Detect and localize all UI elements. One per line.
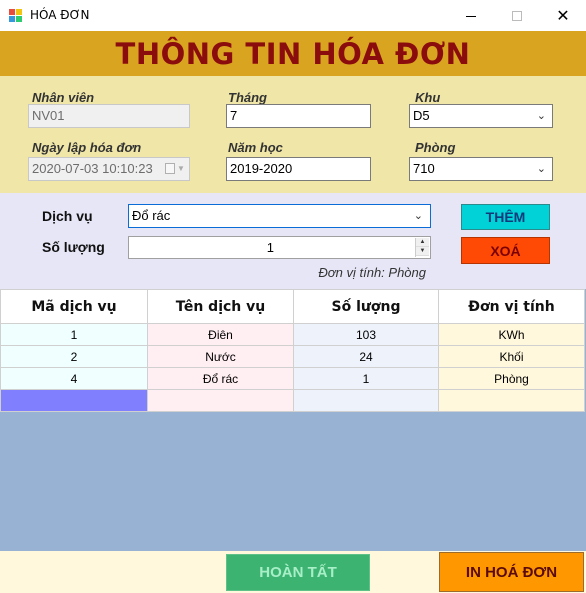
room-value: 710	[413, 161, 435, 176]
add-button[interactable]: THÊM	[461, 204, 550, 230]
school-year-label: Năm học	[228, 140, 283, 155]
page-header: THÔNG TIN HÓA ĐƠN	[0, 31, 586, 76]
maximize-button[interactable]	[494, 0, 540, 31]
cell-service-id[interactable]: 4	[0, 367, 148, 390]
column-header-quantity[interactable]: Số lượng	[293, 289, 439, 324]
table-header-row: Mã dịch vụ Tên dịch vụ Số lượng Đơn vị t…	[0, 289, 585, 324]
window-titlebar: HÓA ĐƠN ✕	[0, 0, 586, 31]
area-label: Khu	[415, 90, 441, 105]
room-label: Phòng	[415, 140, 456, 155]
new-row-cell[interactable]	[0, 389, 148, 412]
employee-value: NV01	[32, 108, 65, 123]
cell-service-name[interactable]: Nước	[147, 345, 294, 368]
print-invoice-button[interactable]: IN HOÁ ĐƠN	[439, 552, 584, 592]
service-value: Đổ rác	[132, 208, 171, 223]
month-label: Tháng	[228, 90, 267, 105]
minimize-icon	[466, 16, 476, 17]
invoice-info-panel: Nhân viên NV01 Tháng 7 Khu D5 ⌄ Ngày lập…	[0, 76, 586, 193]
month-value: 7	[230, 108, 238, 123]
column-header-unit[interactable]: Đơn vị tính	[438, 289, 585, 324]
minimize-button[interactable]	[448, 0, 494, 31]
spin-up-icon[interactable]: ▲	[416, 238, 429, 247]
new-row-cell[interactable]	[293, 389, 439, 412]
chevron-down-icon: ⌄	[536, 163, 546, 175]
cell-service-id[interactable]: 1	[0, 323, 148, 346]
cell-quantity[interactable]: 24	[293, 345, 439, 368]
employee-field: NV01	[28, 104, 190, 128]
chevron-down-icon: ⌄	[413, 210, 423, 222]
invoice-date-label: Ngày lập hóa đơn	[32, 140, 142, 155]
app-icon	[9, 9, 23, 22]
quantity-label: Số lượng	[42, 239, 105, 255]
table-row[interactable]: 2 Nước 24 Khối	[0, 345, 585, 368]
new-row-cell[interactable]	[438, 389, 585, 412]
close-button[interactable]: ✕	[540, 0, 586, 31]
cell-service-name[interactable]: Điên	[147, 323, 294, 346]
column-header-service-id[interactable]: Mã dịch vụ	[0, 289, 148, 324]
delete-button[interactable]: XOÁ	[461, 237, 550, 264]
area-select[interactable]: D5 ⌄	[409, 104, 553, 128]
spin-down-icon[interactable]: ▼	[416, 247, 429, 256]
column-header-service-name[interactable]: Tên dịch vụ	[147, 289, 294, 324]
school-year-field[interactable]: 2019-2020	[226, 157, 371, 181]
cell-unit[interactable]: Phòng	[438, 367, 585, 390]
service-panel: Dịch vụ Đổ rác ⌄ Số lượng 1 ▲ ▼ Đơn vị t…	[0, 193, 586, 289]
employee-label: Nhân viên	[32, 90, 95, 105]
invoice-date-picker: 2020-07-03 10:10:23 ▼	[28, 157, 190, 181]
new-row-cell[interactable]	[147, 389, 294, 412]
finish-button[interactable]: HOÀN TẤT	[226, 554, 370, 591]
table-row[interactable]: 1 Điên 103 KWh	[0, 323, 585, 346]
school-year-value: 2019-2020	[230, 161, 293, 176]
cell-unit[interactable]: Khối	[438, 345, 585, 368]
cell-service-name[interactable]: Đổ rác	[147, 367, 294, 390]
services-table: Mã dịch vụ Tên dịch vụ Số lượng Đơn vị t…	[0, 289, 585, 412]
cell-unit[interactable]: KWh	[438, 323, 585, 346]
invoice-date-value: 2020-07-03 10:10:23	[32, 161, 153, 176]
cell-quantity[interactable]: 1	[293, 367, 439, 390]
table-new-row[interactable]	[0, 389, 585, 412]
service-select[interactable]: Đổ rác ⌄	[128, 204, 431, 228]
cell-service-id[interactable]: 2	[0, 345, 148, 368]
cell-quantity[interactable]: 103	[293, 323, 439, 346]
unit-note: Đơn vị tính: Phòng	[318, 265, 426, 280]
quantity-stepper[interactable]: 1 ▲ ▼	[128, 236, 431, 259]
room-select[interactable]: 710 ⌄	[409, 157, 553, 181]
footer-bar: HOÀN TẤT IN HOÁ ĐƠN	[0, 551, 586, 593]
service-label: Dịch vụ	[42, 208, 93, 224]
services-grid: Mã dịch vụ Tên dịch vụ Số lượng Đơn vị t…	[0, 289, 586, 551]
window-title: HÓA ĐƠN	[30, 8, 90, 22]
spin-buttons[interactable]: ▲ ▼	[415, 238, 429, 257]
page-title: THÔNG TIN HÓA ĐƠN	[115, 36, 471, 71]
close-icon: ✕	[556, 5, 570, 25]
quantity-value: 1	[266, 240, 274, 255]
month-field[interactable]: 7	[226, 104, 371, 128]
chevron-down-icon: ⌄	[536, 110, 546, 122]
maximize-icon	[512, 10, 522, 21]
area-value: D5	[413, 108, 430, 123]
calendar-icon: ▼	[165, 162, 185, 176]
table-row[interactable]: 4 Đổ rác 1 Phòng	[0, 367, 585, 390]
